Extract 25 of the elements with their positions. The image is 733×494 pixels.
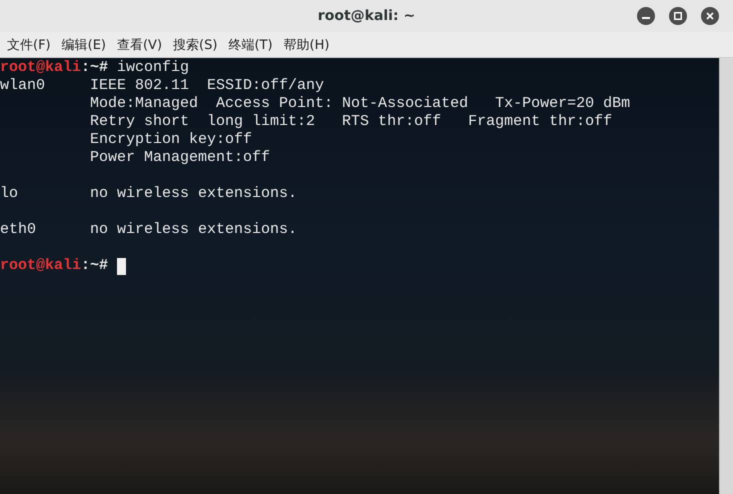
menu-item[interactable]: 终端(T) xyxy=(228,36,273,54)
prompt-user: root@kali xyxy=(0,257,82,275)
output-line: Encryption key:off xyxy=(89,131,252,149)
command-text: iwconfig xyxy=(117,59,190,77)
close-button[interactable] xyxy=(701,7,719,25)
output-line: Retry short long limit:2 RTS thr:off Fragment thr:off xyxy=(89,113,612,131)
menu-item[interactable]: 编辑(E) xyxy=(62,36,106,54)
close-icon xyxy=(706,12,714,20)
output-line: eth0 no wireless extensions. xyxy=(0,221,298,239)
maximize-button[interactable] xyxy=(669,7,687,25)
prompt-path: :~# xyxy=(81,257,108,275)
menu-item[interactable]: 帮助(H) xyxy=(284,36,330,54)
menu-item[interactable]: 查看(V) xyxy=(116,36,162,54)
prompt-user: root@kali xyxy=(0,59,82,77)
output-line: wlan0 IEEE 802.11 ESSID:off/any xyxy=(0,77,324,95)
output-line: Mode:Managed Access Point: Not-Associated Tx-Power=20 dBm xyxy=(89,95,630,113)
prompt-path: :~# xyxy=(81,59,108,77)
scrollbar[interactable] xyxy=(719,58,733,494)
output-line: Power Management:off xyxy=(89,149,270,167)
output-line: lo no wireless extensions. xyxy=(0,185,298,203)
menu-item[interactable]: 搜索(S) xyxy=(173,36,218,54)
minimize-button[interactable] xyxy=(637,7,655,25)
window-title: root@kali: ~ xyxy=(318,8,416,24)
maximize-icon xyxy=(674,12,682,20)
menu-item[interactable]: 文件(F) xyxy=(7,36,51,54)
